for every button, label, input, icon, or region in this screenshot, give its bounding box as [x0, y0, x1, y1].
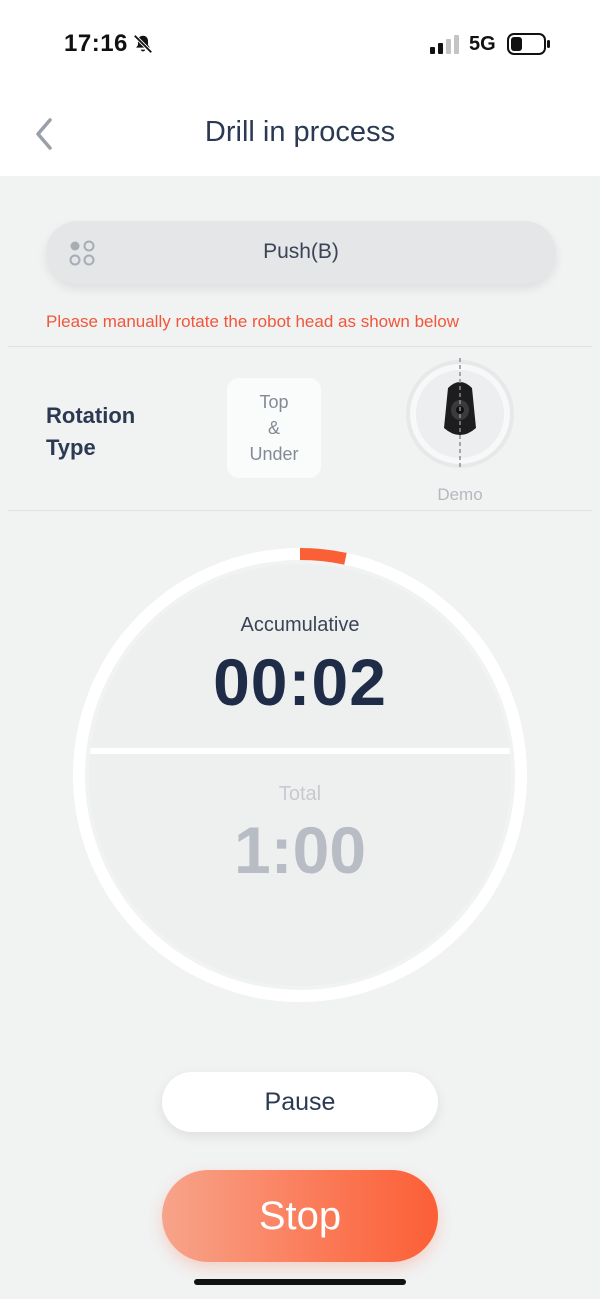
pause-button[interactable]: Pause: [162, 1072, 438, 1132]
mode-selector[interactable]: Push(B): [46, 221, 556, 284]
mode-label: Push(B): [263, 240, 339, 263]
divider: [8, 346, 592, 347]
network-type: 5G: [469, 33, 496, 55]
rotation-warning: Please manually rotate the robot head as…: [46, 312, 459, 331]
home-indicator: [194, 1279, 406, 1285]
status-bar: 17:16 5G: [0, 0, 600, 90]
divider: [8, 510, 592, 511]
demo-label: Demo: [437, 485, 483, 504]
bell-off-icon: [133, 34, 153, 54]
rotation-option-top-under[interactable]: Top & Under: [227, 378, 321, 478]
stop-button[interactable]: Stop: [162, 1170, 438, 1262]
nav-bar: Drill in process: [0, 90, 600, 176]
robot-head-demo-icon[interactable]: [404, 358, 516, 470]
progress-arc: [299, 548, 347, 565]
total-time: 1:00: [233, 813, 367, 887]
rotation-type-label: Rotation Type: [46, 403, 136, 460]
signal-icon: [430, 35, 459, 54]
total-label: Total: [278, 783, 322, 805]
accumulative-label: Accumulative: [240, 614, 360, 636]
accumulative-time: 00:02: [213, 645, 387, 719]
battery-icon: [507, 33, 550, 55]
page-title: Drill in process: [204, 116, 396, 148]
status-time: 17:16: [64, 30, 128, 57]
